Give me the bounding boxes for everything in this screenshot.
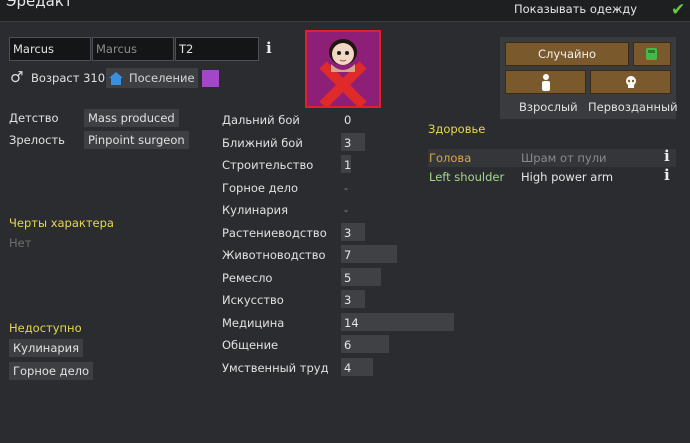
skill-name: Строительство <box>222 158 314 172</box>
skill-value: 4 <box>344 360 352 375</box>
skill-value: 6 <box>344 338 352 352</box>
pawn-portrait[interactable] <box>305 30 381 108</box>
incapable-item-mining: Горное дело <box>9 362 94 380</box>
skill-name: Дальний бой <box>222 113 300 127</box>
dice-button[interactable] <box>633 42 671 66</box>
health-part-head[interactable]: Голова <box>429 151 471 165</box>
skill-value: - <box>344 180 349 195</box>
skill-name: Горное дело <box>222 180 299 195</box>
incapable-title: Недоступно <box>9 321 82 335</box>
skill-value: 3 <box>344 225 352 240</box>
male-gender-icon: ♂ <box>10 68 24 86</box>
skill-value: 0 <box>344 113 352 127</box>
skill-name: Животноводство <box>222 248 326 262</box>
health-title: Здоровье <box>428 122 486 136</box>
skill-value: 14 <box>344 315 359 330</box>
show-clothes-checkmark-icon[interactable]: ✔ <box>671 0 685 20</box>
adult-label: Взрослый <box>519 100 578 114</box>
health-info-icon-head[interactable]: i <box>664 147 670 165</box>
adult-figure-icon <box>542 74 550 91</box>
favorite-color-swatch[interactable] <box>202 70 219 87</box>
faction-label: Поселение <box>129 71 195 85</box>
adulthood-label: Зрелость <box>9 133 65 147</box>
skill-name: Ремесло <box>222 270 273 285</box>
skill-value: - <box>344 203 349 217</box>
pawn-head-icon <box>319 39 367 106</box>
skill-name: Растениеводство <box>222 225 327 240</box>
health-condition-scar[interactable]: Шрам от пули <box>521 151 607 165</box>
window-title: Эредакт <box>6 0 73 10</box>
age-label: Возраст 310 <box>31 71 106 85</box>
skill-name: Умственный труд <box>222 360 329 375</box>
skill-value: 7 <box>344 248 352 262</box>
health-part-left-shoulder[interactable]: Left shoulder <box>429 170 504 184</box>
skill-name: Искусство <box>222 293 284 307</box>
adulthood-backstory[interactable]: Pinpoint surgeon <box>84 131 189 149</box>
show-clothes-label[interactable]: Показывать одежду <box>514 2 637 16</box>
skill-name: Медицина <box>222 315 285 330</box>
childhood-backstory[interactable]: Mass produced <box>84 109 179 127</box>
skull-icon <box>626 76 636 88</box>
house-icon <box>109 71 123 85</box>
health-condition-arm[interactable]: High power arm <box>521 170 613 184</box>
health-info-icon-shoulder[interactable]: i <box>664 166 670 184</box>
traits-empty: Нет <box>9 236 32 250</box>
skill-name: Кулинария <box>222 203 289 217</box>
dice-icon <box>646 48 657 60</box>
nickname-field[interactable]: Marcus <box>92 37 174 61</box>
skill-value: 3 <box>344 135 352 150</box>
last-name-field[interactable]: T2 <box>175 37 259 61</box>
skill-name: Ближний бой <box>222 135 303 150</box>
adult-button[interactable] <box>505 70 586 94</box>
newborn-button[interactable] <box>590 70 671 94</box>
randomize-button[interactable]: Случайно <box>505 42 629 66</box>
skill-name: Общение <box>222 338 279 352</box>
top-bar: Эредакт Показывать одежду ✔ <box>0 0 690 22</box>
faction-button[interactable]: Поселение <box>106 68 198 88</box>
newborn-label: Первозданный <box>588 100 678 114</box>
skill-value: 5 <box>344 270 352 285</box>
skill-value: 3 <box>344 293 352 307</box>
childhood-label: Детство <box>9 111 59 125</box>
first-name-field[interactable]: Marcus <box>9 37 91 61</box>
skill-value: 1 <box>344 158 352 172</box>
info-icon[interactable]: i <box>266 39 272 57</box>
incapable-item-cooking: Кулинария <box>9 339 84 357</box>
traits-title: Черты характера <box>9 216 114 230</box>
